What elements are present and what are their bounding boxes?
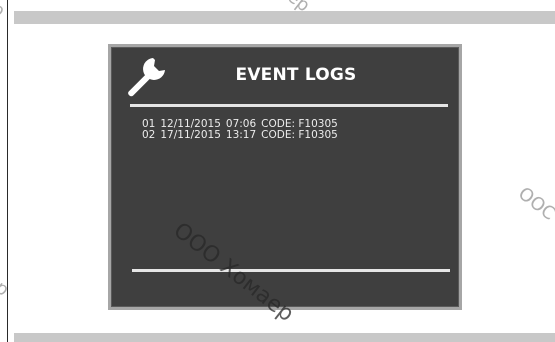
wrench-icon	[128, 58, 165, 97]
watermark-fragment-right: ООС	[514, 183, 555, 225]
screen-title: EVENT LOGS	[235, 65, 357, 85]
log-time: 13:17	[225, 129, 257, 141]
footer-divider	[132, 269, 450, 272]
log-index: 02	[142, 129, 156, 141]
top-gray-band	[14, 11, 555, 24]
log-date: 17/11/2015	[160, 129, 221, 141]
title-divider	[130, 104, 448, 107]
log-entry[interactable]: 02 17/11/2015 13:17 CODE: F10305	[142, 130, 338, 141]
event-log-list: 01 12/11/2015 07:06 CODE: F10305 02 17/11/20…	[142, 119, 338, 141]
page-left-rule	[7, 0, 8, 342]
log-code: CODE: F10305	[261, 129, 338, 141]
event-logs-screen: EVENT LOGS 01 12/11/2015 07:06 CODE: F10305…	[108, 44, 462, 310]
bottom-gray-band	[14, 333, 555, 342]
